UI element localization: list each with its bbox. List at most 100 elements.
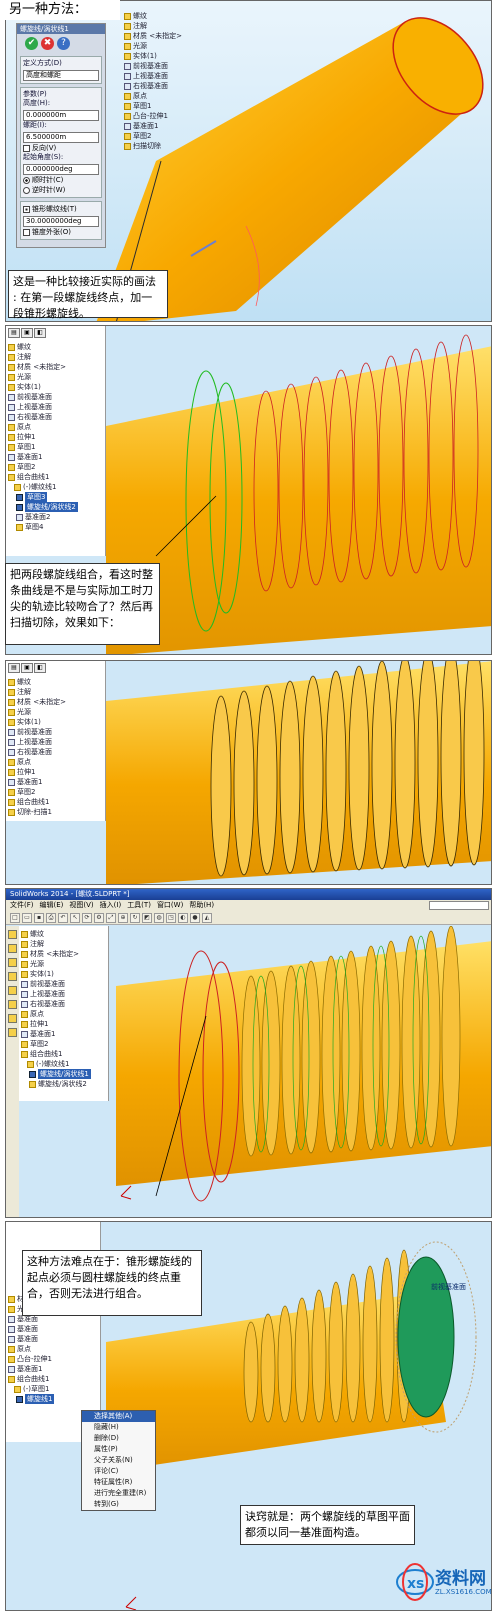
tree-item[interactable]: 前视基准面 <box>8 392 78 402</box>
tree-item[interactable]: 实体(1) <box>124 51 199 61</box>
new-icon[interactable]: □ <box>10 913 20 923</box>
tree-item[interactable]: 光源 <box>8 707 66 717</box>
ctx-delete[interactable]: 删除(D) <box>82 1433 155 1444</box>
tree-item[interactable]: 拉伸1 <box>8 432 78 442</box>
tree-item[interactable]: 实体(1) <box>21 969 91 979</box>
tree-item[interactable]: 实体(1) <box>8 717 66 727</box>
tree-item[interactable]: 螺旋线/涡状线2 <box>21 1079 91 1089</box>
tree-item[interactable]: 注解 <box>124 21 199 31</box>
options-icon[interactable]: ⚙ <box>94 913 104 923</box>
ctx-hide[interactable]: 隐藏(H) <box>82 1422 155 1433</box>
rotate-icon[interactable]: ↻ <box>130 913 140 923</box>
tree-item[interactable]: 草图4 <box>8 522 78 532</box>
help-button[interactable]: ? <box>57 37 70 50</box>
save-icon[interactable]: ▪ <box>34 913 44 923</box>
reverse-checkbox[interactable]: 反向(V) <box>23 144 99 153</box>
tree-item[interactable]: 材质 <未指定> <box>8 362 78 372</box>
tree-item[interactable]: (-)草图1 <box>8 1384 54 1394</box>
menu-window[interactable]: 窗口(W) <box>157 900 183 911</box>
definition-select[interactable]: 高度和螺距 <box>23 70 99 81</box>
tree-item[interactable]: 注解 <box>8 352 78 362</box>
tree-item[interactable]: 草图2 <box>8 787 66 797</box>
menu-edit[interactable]: 编辑(E) <box>40 900 64 911</box>
start-angle-input[interactable]: 0.000000deg <box>23 164 99 175</box>
taper-angle-input[interactable]: 30.0000000deg <box>23 216 99 227</box>
hide-show-icon[interactable]: ◐ <box>178 913 188 923</box>
search-input[interactable] <box>429 901 489 910</box>
tree-item[interactable]: 螺纹 <box>21 929 91 939</box>
height-input[interactable]: 0.000000m <box>23 110 99 121</box>
undo-icon[interactable]: ↶ <box>58 913 68 923</box>
tree-item[interactable]: 组合曲线1 <box>21 1049 91 1059</box>
menu-view[interactable]: 视图(V) <box>69 900 93 911</box>
tree-item[interactable]: 材质 <未指定> <box>8 697 66 707</box>
tree-item[interactable]: 切除-扫描1 <box>8 807 66 817</box>
tree-item[interactable]: 光源 <box>21 959 91 969</box>
tree-item[interactable]: 原点 <box>8 1344 54 1354</box>
select-icon[interactable]: ↖ <box>70 913 80 923</box>
view-orient-icon[interactable]: ◳ <box>166 913 176 923</box>
appearance-icon[interactable]: ● <box>190 913 200 923</box>
tree-item[interactable]: 基准面 <box>8 1324 54 1334</box>
zoom-area-icon[interactable]: ⊕ <box>118 913 128 923</box>
tree-item[interactable]: 前视基准面 <box>8 727 66 737</box>
rebuild-icon[interactable]: ⟳ <box>82 913 92 923</box>
tab-feature-manager[interactable]: ▤ <box>8 328 20 338</box>
section-icon[interactable]: ◩ <box>142 913 152 923</box>
tab-config-manager[interactable]: ◧ <box>34 663 46 673</box>
ctx-properties[interactable]: 属性(P) <box>82 1444 155 1455</box>
menu-tools[interactable]: 工具(T) <box>127 900 151 911</box>
tree-item[interactable]: 原点 <box>8 422 78 432</box>
tree-item[interactable]: 注解 <box>21 939 91 949</box>
tree-item[interactable]: (-)螺纹线1 <box>21 1059 91 1069</box>
menu-help[interactable]: 帮助(H) <box>189 900 214 911</box>
scene-icon[interactable]: ◭ <box>202 913 212 923</box>
ok-button[interactable]: ✔ <box>25 37 38 50</box>
tree-item[interactable]: 草图2 <box>124 131 199 141</box>
tab-feature-manager[interactable]: ▤ <box>8 663 20 673</box>
tree-item[interactable]: 前视基准面 <box>124 61 199 71</box>
tree-item[interactable]: 基准面1 <box>124 121 199 131</box>
menu-insert[interactable]: 插入(I) <box>100 900 122 911</box>
tree-item[interactable]: 组合曲线1 <box>8 797 66 807</box>
tree-item[interactable]: 原点 <box>124 91 199 101</box>
tree-item[interactable]: 光源 <box>124 41 199 51</box>
tree-item[interactable]: 基准面2 <box>8 512 78 522</box>
taper-checkbox[interactable]: 锥形螺纹线(T) <box>23 205 99 214</box>
print-icon[interactable]: ⎙ <box>46 913 56 923</box>
tree-item[interactable]: 螺纹 <box>124 11 199 21</box>
tree-item[interactable]: 上视基准面 <box>8 737 66 747</box>
tree-item[interactable]: 注解 <box>8 687 66 697</box>
tree-item[interactable]: 拉伸1 <box>8 767 66 777</box>
tree-item[interactable]: 基准面1 <box>21 1029 91 1039</box>
tree-item[interactable]: (-)螺纹线1 <box>8 482 78 492</box>
tree-item-selected[interactable]: 草图3 <box>8 492 78 502</box>
cancel-button[interactable]: ✖ <box>41 37 54 50</box>
taper-out-checkbox[interactable]: 锥度外张(O) <box>23 228 99 237</box>
tree-item[interactable]: 基准面1 <box>8 1364 54 1374</box>
tree-item[interactable]: 上视基准面 <box>21 989 91 999</box>
open-icon[interactable]: ▭ <box>22 913 32 923</box>
tree-item-selected[interactable]: 螺旋线/涡状线1 <box>21 1069 91 1079</box>
tree-item[interactable]: 实体(1) <box>8 382 78 392</box>
tree-item[interactable]: 右视基准面 <box>8 747 66 757</box>
tree-item[interactable]: 草图1 <box>8 442 78 452</box>
tree-item[interactable]: 草图2 <box>8 462 78 472</box>
tab-config-manager[interactable]: ◧ <box>34 328 46 338</box>
tree-item[interactable]: 拉伸1 <box>21 1019 91 1029</box>
tree-item[interactable]: 右视基准面 <box>8 412 78 422</box>
tree-item[interactable]: 右视基准面 <box>124 81 199 91</box>
tree-item[interactable]: 前视基准面 <box>21 979 91 989</box>
tree-item[interactable]: 凸台-拉伸1 <box>124 111 199 121</box>
tree-item[interactable]: 上视基准面 <box>8 402 78 412</box>
tree-item[interactable]: 原点 <box>8 757 66 767</box>
tree-item[interactable]: 凸台-拉伸1 <box>8 1354 54 1364</box>
menu-file[interactable]: 文件(F) <box>10 900 34 911</box>
tree-item-selected[interactable]: 螺旋线/涡状线2 <box>8 502 78 512</box>
tree-item[interactable]: 草图2 <box>21 1039 91 1049</box>
tree-item[interactable]: 组合曲线1 <box>8 1374 54 1384</box>
cw-radio[interactable]: 顺时针(C) <box>23 176 99 185</box>
tree-item[interactable]: 螺纹 <box>8 342 78 352</box>
ccw-radio[interactable]: 逆时针(W) <box>23 186 99 195</box>
zoom-fit-icon[interactable]: ⤢ <box>106 913 116 923</box>
